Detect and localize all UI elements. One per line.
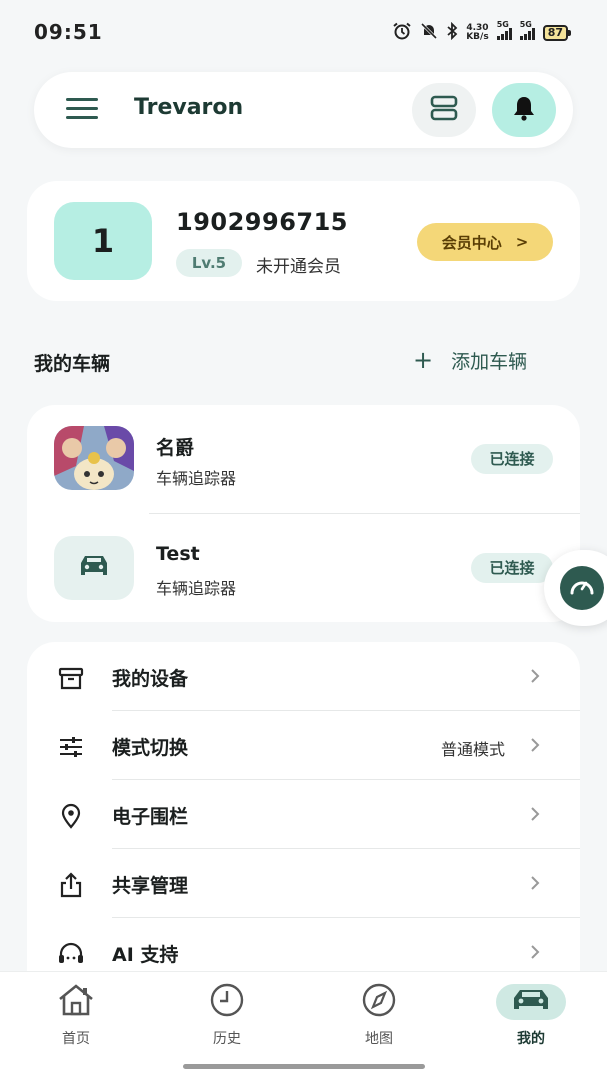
menu-item-label: 电子围栏 xyxy=(112,806,189,828)
menu-item-label: 共享管理 xyxy=(112,875,189,897)
vehicle-thumbnail xyxy=(54,426,134,490)
hamburger-icon[interactable] xyxy=(66,98,98,122)
menu-item-my-devices[interactable]: 我的设备 xyxy=(27,642,580,711)
compass-icon xyxy=(361,983,397,1021)
notifications-button[interactable] xyxy=(492,83,556,137)
battery-icon: 87 xyxy=(542,25,571,41)
vehicle-row[interactable]: Test 车辆追踪器 已连接 xyxy=(27,515,580,622)
chevron-right-icon xyxy=(527,873,543,893)
chevron-right-icon xyxy=(527,735,543,755)
level-badge: Lv.5 xyxy=(176,249,242,277)
layout-toggle-button[interactable] xyxy=(412,83,476,137)
nav-item-history[interactable]: 历史 xyxy=(187,983,267,1047)
cartoon-image xyxy=(54,426,134,490)
chevron-right-icon xyxy=(527,804,543,824)
mute-icon xyxy=(420,22,438,44)
signal-icon: 5G xyxy=(496,20,512,40)
avatar[interactable]: 1 xyxy=(54,202,152,280)
home-icon xyxy=(56,983,96,1021)
layout-icon xyxy=(430,95,458,125)
profile-card: 1 1902996715 Lv.5 未开通会员 会员中心 > xyxy=(27,181,580,301)
nav-label: 地图 xyxy=(365,1031,393,1047)
menu-item-share-management[interactable]: 共享管理 xyxy=(27,849,580,918)
menu-item-label: 我的设备 xyxy=(112,668,189,690)
user-id: 1902996715 xyxy=(176,208,348,236)
vehicle-name: Test xyxy=(156,543,200,565)
nav-item-mine[interactable]: 我的 xyxy=(491,984,571,1047)
member-center-button[interactable]: 会员中心 > xyxy=(417,223,553,261)
vehicle-type: 车辆追踪器 xyxy=(156,579,237,598)
nav-item-map[interactable]: 地图 xyxy=(339,983,419,1047)
nav-label: 首页 xyxy=(62,1031,90,1047)
chevron-right-icon: > xyxy=(515,233,529,251)
sim1-label: 5G xyxy=(496,20,509,29)
app-title: Trevaron xyxy=(134,95,244,120)
clock-icon xyxy=(209,983,245,1021)
bell-icon xyxy=(511,94,537,126)
menu-item-value: 普通模式 xyxy=(440,740,505,759)
chevron-right-icon xyxy=(527,942,543,962)
status-icons: 4.30 KB/s 5G 5G 87 xyxy=(392,20,571,44)
status-bar: 09:51 4.30 KB/s 5G 5G 87 xyxy=(0,0,607,62)
add-vehicle-button[interactable]: + 添加车辆 xyxy=(413,346,527,374)
vehicle-status-badge: 已连接 xyxy=(471,553,553,583)
settings-menu: 我的设备 模式切换 普通模式 电子围栏 共享管理 AI 支持 xyxy=(27,642,580,1002)
net-speed-unit: KB/s xyxy=(466,32,489,42)
vehicles-card: 名爵 车辆追踪器 已连接 Test 车辆追踪器 已连接 xyxy=(27,405,580,622)
vehicles-section-title: 我的车辆 xyxy=(34,353,111,375)
vehicle-name: 名爵 xyxy=(156,437,195,459)
vehicle-row[interactable]: 名爵 车辆追踪器 已连接 xyxy=(27,405,580,515)
add-vehicle-label: 添加车辆 xyxy=(451,350,528,373)
speedometer-icon xyxy=(568,575,596,601)
status-time: 09:51 xyxy=(34,20,103,44)
plus-icon: + xyxy=(413,346,434,374)
vehicle-status-badge: 已连接 xyxy=(471,444,553,474)
home-indicator[interactable] xyxy=(183,1064,425,1069)
vehicle-thumbnail xyxy=(54,536,134,600)
chevron-right-icon xyxy=(527,666,543,686)
headset-icon xyxy=(57,940,85,968)
divider xyxy=(149,513,580,514)
device-box-icon xyxy=(57,664,85,692)
vehicle-type: 车辆追踪器 xyxy=(156,469,237,488)
menu-item-mode-switch[interactable]: 模式切换 普通模式 xyxy=(27,711,580,780)
nav-label: 我的 xyxy=(517,1031,545,1047)
bluetooth-icon xyxy=(446,21,458,44)
sliders-icon xyxy=(57,733,85,761)
car-icon xyxy=(77,553,111,583)
nav-item-home[interactable]: 首页 xyxy=(36,983,116,1047)
menu-item-geofence[interactable]: 电子围栏 xyxy=(27,780,580,849)
share-icon xyxy=(57,871,85,899)
nav-label: 历史 xyxy=(213,1031,241,1047)
member-status: 未开通会员 xyxy=(256,257,341,277)
car-icon xyxy=(509,987,553,1017)
menu-item-label: 模式切换 xyxy=(112,737,189,759)
location-pin-icon xyxy=(57,802,85,830)
signal-icon: 5G xyxy=(519,20,535,40)
menu-item-label: AI 支持 xyxy=(112,944,179,966)
battery-level: 87 xyxy=(542,25,568,41)
sim2-label: 5G xyxy=(519,20,532,29)
app-header: Trevaron xyxy=(34,72,573,148)
alarm-icon xyxy=(392,22,412,44)
net-speed: 4.30 KB/s xyxy=(466,24,488,42)
member-center-label: 会员中心 xyxy=(441,233,502,252)
